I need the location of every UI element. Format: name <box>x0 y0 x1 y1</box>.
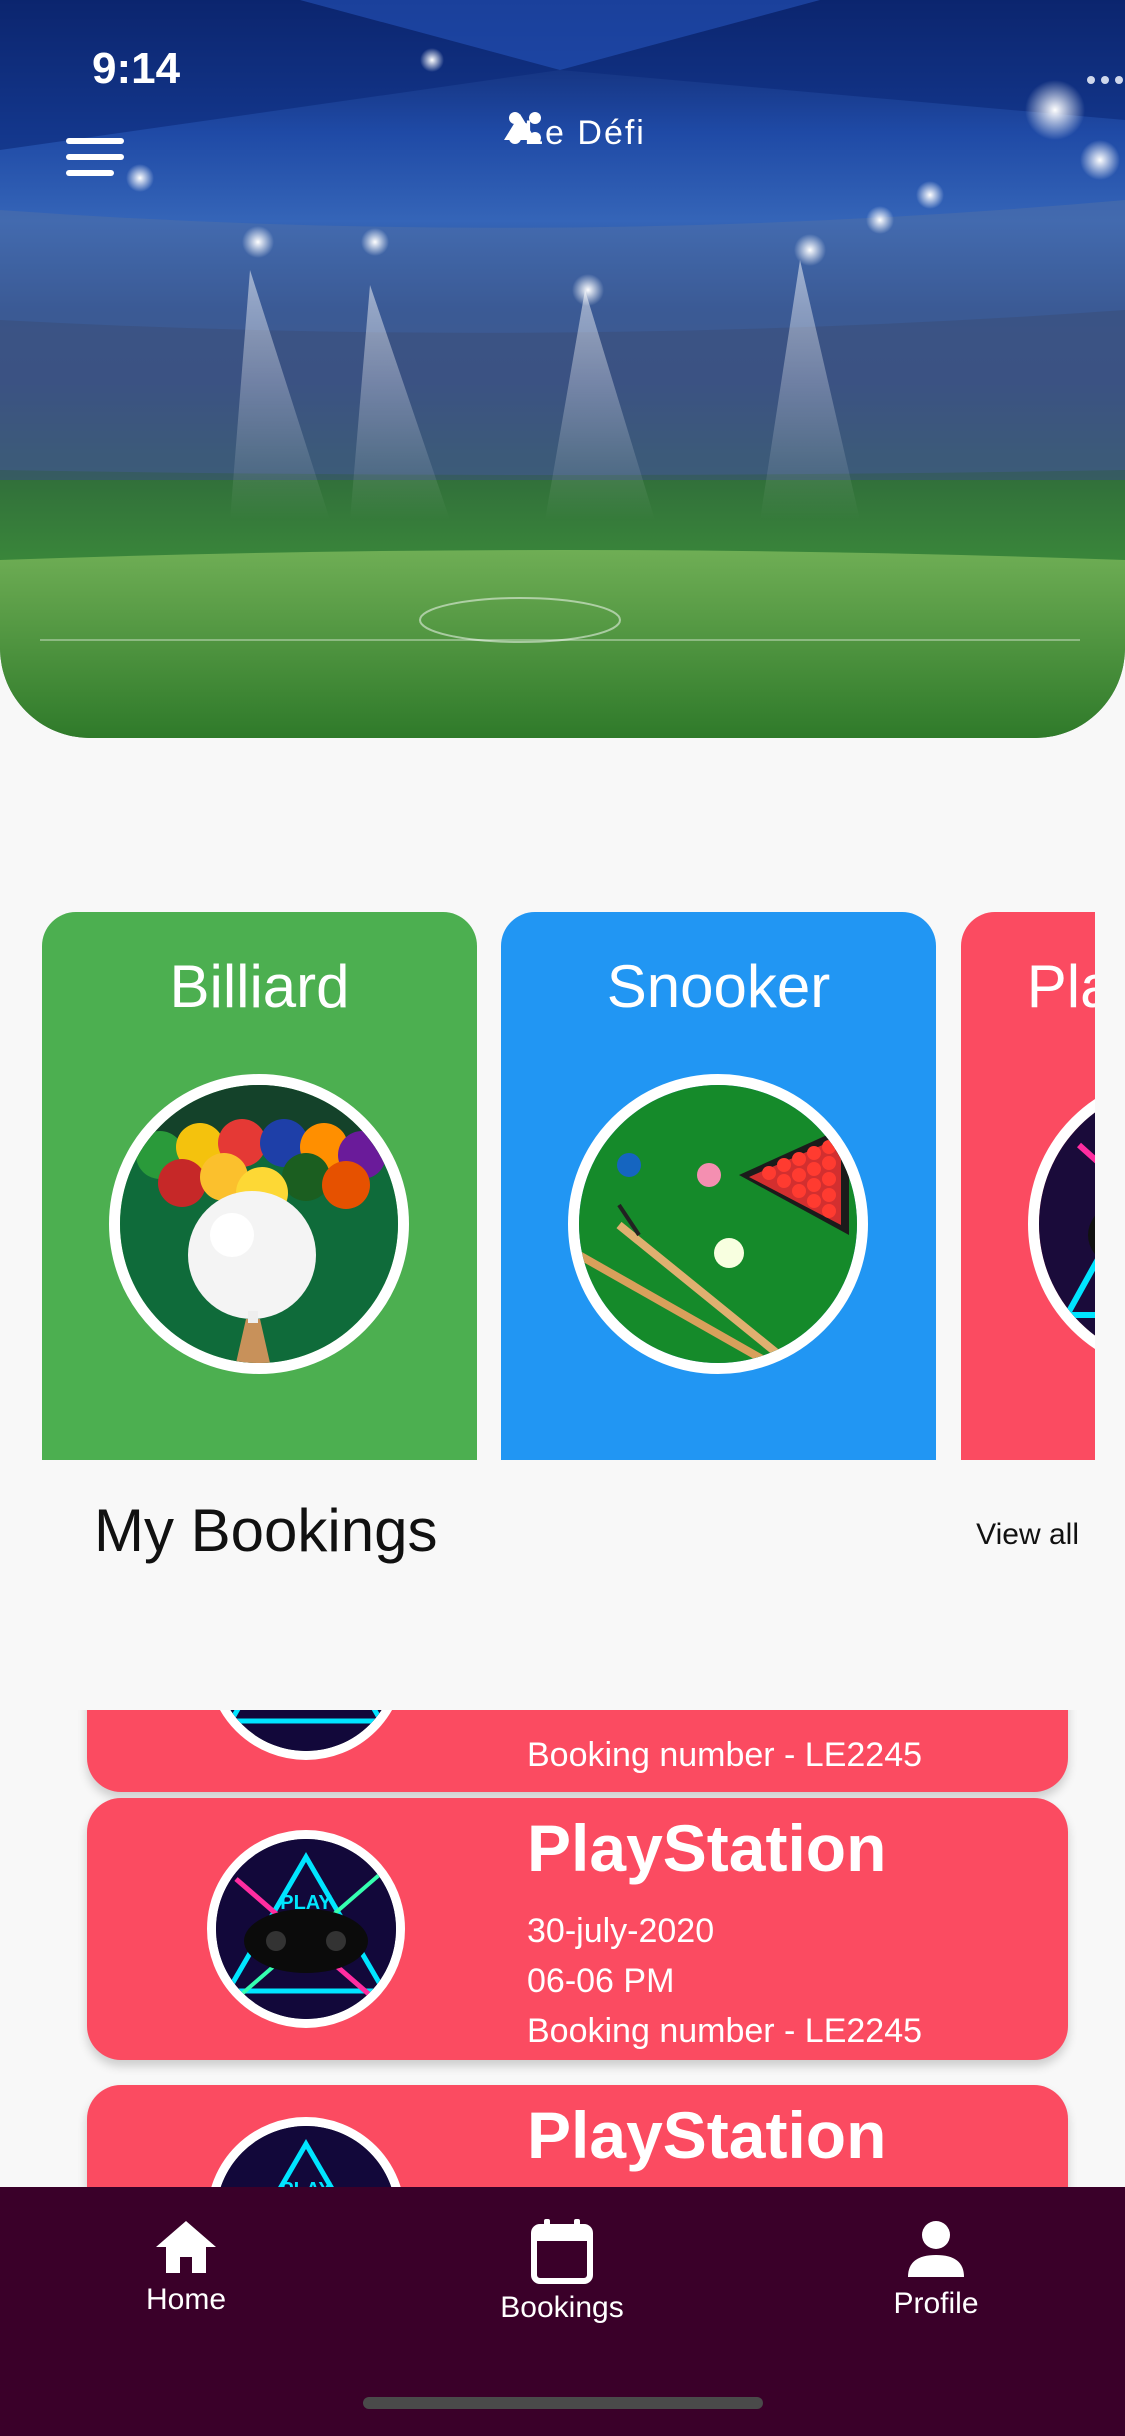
nav-item-bookings[interactable]: Bookings <box>462 2217 662 2325</box>
category-card-snooker[interactable]: Snooker <box>501 912 936 1460</box>
booking-card[interactable]: PLAY PlayStation 30-july-2020 06-06 PM B… <box>87 1798 1068 2060</box>
calendar-icon <box>531 2219 593 2284</box>
nav-item-profile[interactable]: Profile <box>836 2217 1036 2321</box>
nav-label: Home <box>145 2283 227 2316</box>
app-logo: Le Défi <box>500 110 670 153</box>
booking-time: 06-06 PM <box>527 1962 675 2000</box>
home-indicator[interactable] <box>363 2397 763 2409</box>
booking-list[interactable]: Booking number - LE2245 PLAY PlayStation… <box>0 1710 1125 2187</box>
nav-label: Profile <box>893 2287 979 2320</box>
category-card-playstation[interactable]: PlayStation <box>961 912 1095 1460</box>
view-all-link[interactable]: View all <box>976 1518 1079 1552</box>
gamepad-image: PLAY <box>207 2117 405 2187</box>
section-title-my-bookings: My Bookings <box>94 1497 438 1564</box>
gamepad-image: PLAY <box>207 1830 405 2028</box>
nav-item-home[interactable]: Home <box>86 2217 286 2317</box>
hamburger-menu-icon[interactable] <box>66 138 124 178</box>
category-label: Snooker <box>606 953 831 1020</box>
booking-number: Booking number - LE2245 <box>527 2012 923 2050</box>
logo-triangle-icon <box>504 114 536 140</box>
snooker-table-image <box>568 1074 868 1374</box>
category-label: Billiard <box>169 953 350 1020</box>
home-icon <box>156 2221 216 2273</box>
booking-name: PlayStation <box>527 1811 887 1885</box>
svg-text:PLAY: PLAY <box>280 1892 332 1914</box>
booking-card[interactable]: PLAY PlayStation <box>87 2085 1068 2187</box>
billiard-balls-image <box>109 1074 409 1374</box>
category-carousel[interactable]: Billiard Snooker Pl <box>0 912 1095 1460</box>
category-card-billiard[interactable]: Billiard <box>42 912 477 1460</box>
category-label: PlayStation <box>1026 953 1095 1020</box>
booking-name: PlayStation <box>527 2098 887 2172</box>
status-bar-time: 9:14 <box>92 44 181 93</box>
booking-card[interactable]: Booking number - LE2245 <box>87 1710 1068 1792</box>
booking-number: Booking number - LE2245 <box>527 1736 923 1774</box>
svg-text:PLAY: PLAY <box>280 2179 332 2187</box>
person-icon <box>908 2221 964 2277</box>
gamepad-image <box>1028 1074 1095 1374</box>
gamepad-image <box>207 1710 405 1760</box>
cellular-icon <box>1087 76 1123 84</box>
booking-date: 30-july-2020 <box>527 1912 715 1950</box>
stadium-hero-banner: 9:14 Le Défi <box>0 0 1125 738</box>
nav-label: Bookings <box>500 2291 624 2324</box>
